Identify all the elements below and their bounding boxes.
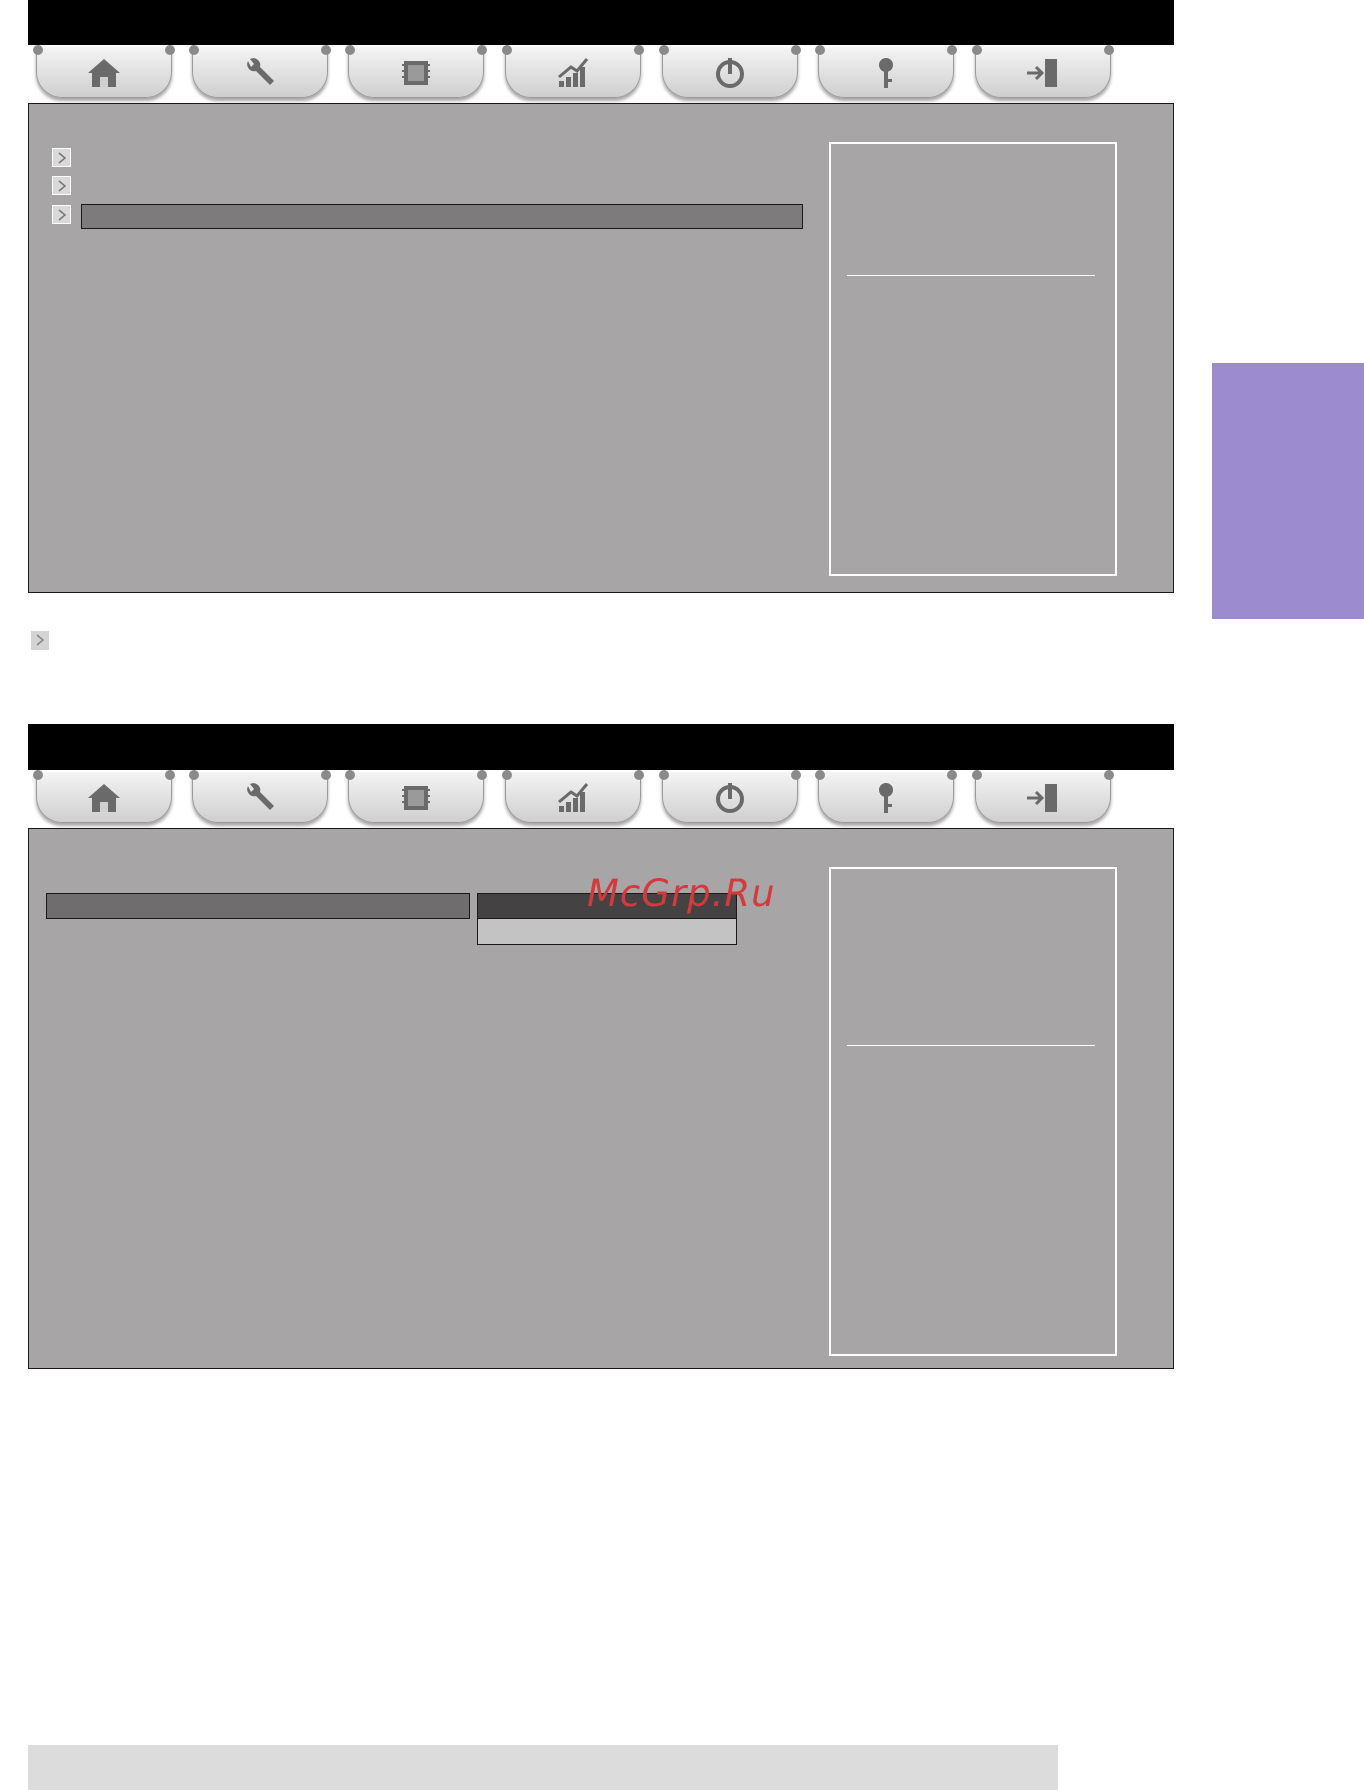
chapter-side-tab [1212, 363, 1364, 619]
submenu-arrow-icon[interactable] [52, 176, 71, 195]
tab-strip [28, 770, 1174, 828]
power-icon [716, 58, 744, 88]
tab-power[interactable] [659, 45, 801, 98]
exit-door-icon [1027, 784, 1057, 812]
dropdown-option[interactable] [477, 919, 737, 945]
watermark: McGrp.Ru [587, 872, 776, 915]
tab-advanced[interactable] [189, 770, 331, 823]
tab-strip [28, 45, 1174, 103]
tab-chipset[interactable] [345, 770, 487, 823]
settings-panel [28, 103, 1174, 593]
help-divider [847, 1045, 1095, 1046]
home-icon [88, 784, 120, 812]
tab-chipset[interactable] [345, 45, 487, 98]
title-bar [28, 724, 1174, 770]
performance-chart-icon [558, 783, 589, 812]
tab-power[interactable] [659, 770, 801, 823]
tab-security[interactable] [815, 45, 957, 98]
help-box [829, 867, 1117, 1356]
tab-security[interactable] [815, 770, 957, 823]
security-key-icon [879, 58, 893, 88]
tab-advanced[interactable] [189, 45, 331, 98]
title-bar [28, 0, 1174, 45]
wrench-icon [247, 58, 274, 85]
home-icon [88, 59, 120, 87]
selected-option-row[interactable] [46, 893, 470, 919]
submenu-arrow-icon[interactable] [52, 205, 71, 224]
tab-performance[interactable] [502, 45, 644, 98]
security-key-icon [879, 783, 893, 813]
tab-performance[interactable] [502, 770, 644, 823]
submenu-arrow-icon[interactable] [52, 148, 71, 167]
cpu-chip-icon [402, 786, 430, 810]
power-icon [716, 783, 744, 813]
footer-bar [28, 1745, 1058, 1790]
tab-main[interactable] [33, 45, 175, 98]
help-box [829, 142, 1117, 576]
selected-menu-item[interactable] [81, 204, 803, 229]
tab-exit[interactable] [972, 45, 1114, 98]
performance-chart-icon [558, 58, 589, 87]
tab-main[interactable] [33, 770, 175, 823]
help-divider [847, 275, 1095, 276]
tab-exit[interactable] [972, 770, 1114, 823]
exit-door-icon [1027, 59, 1057, 87]
submenu-arrow-icon [31, 631, 49, 650]
cpu-chip-icon [402, 61, 430, 85]
wrench-icon [247, 783, 274, 810]
